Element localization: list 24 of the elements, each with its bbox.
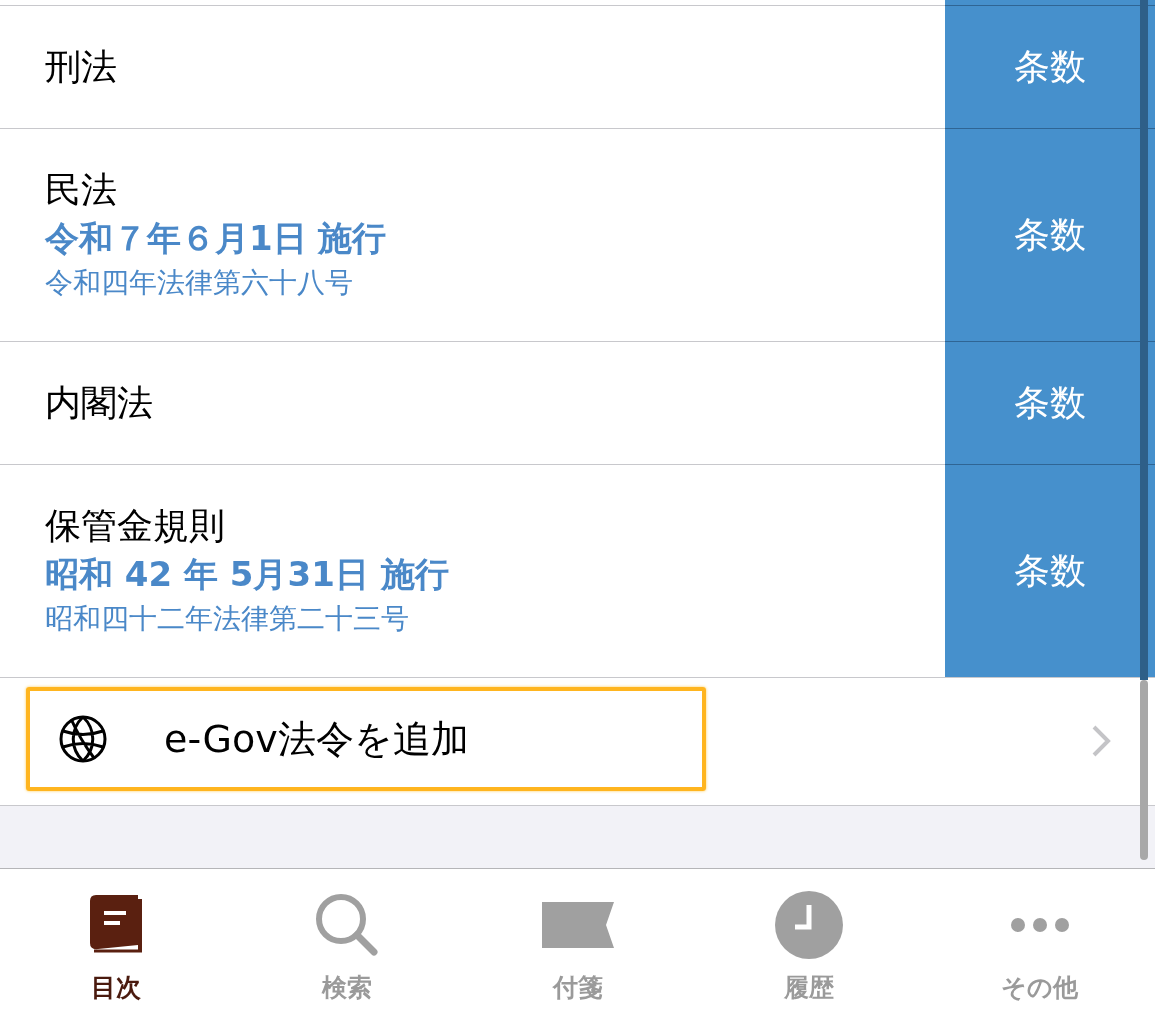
add-egov-law-button[interactable]: e-Gov法令を追加 [26,687,706,791]
law-title: 刑法 [45,45,117,89]
article-count-button[interactable]: 条数 [945,464,1155,677]
enforcement-date: 令和７年６月1日 施行 [45,217,387,260]
law-number: 昭和四十二年法律第二十三号 [45,601,409,637]
tab[interactable]: その他 [924,869,1155,1026]
article-count-button[interactable]: 条数 [945,128,1155,341]
law-title: 内閣法 [45,381,153,425]
globe-icon [58,714,108,764]
search-icon [313,892,380,958]
law-title: 民法 [45,168,117,212]
tab[interactable]: 履歴 [693,869,924,1026]
article-count-button[interactable]: 条数 [945,341,1155,464]
article-count-button[interactable]: 条数 [945,5,1155,128]
tab[interactable]: 検索 [231,869,462,1026]
clock-icon [774,891,843,959]
tab[interactable]: 付箋 [462,869,693,1026]
chevron-right-icon [1091,724,1111,758]
enforcement-date: 昭和 42 年 5月31日 施行 [45,553,449,596]
flag-icon [541,902,614,948]
tab[interactable]: 目次 [0,869,231,1026]
law-number: 令和四年法律第六十八号 [45,265,353,301]
law-title: 保管金規則 [45,504,225,548]
more-icon [1009,917,1070,933]
